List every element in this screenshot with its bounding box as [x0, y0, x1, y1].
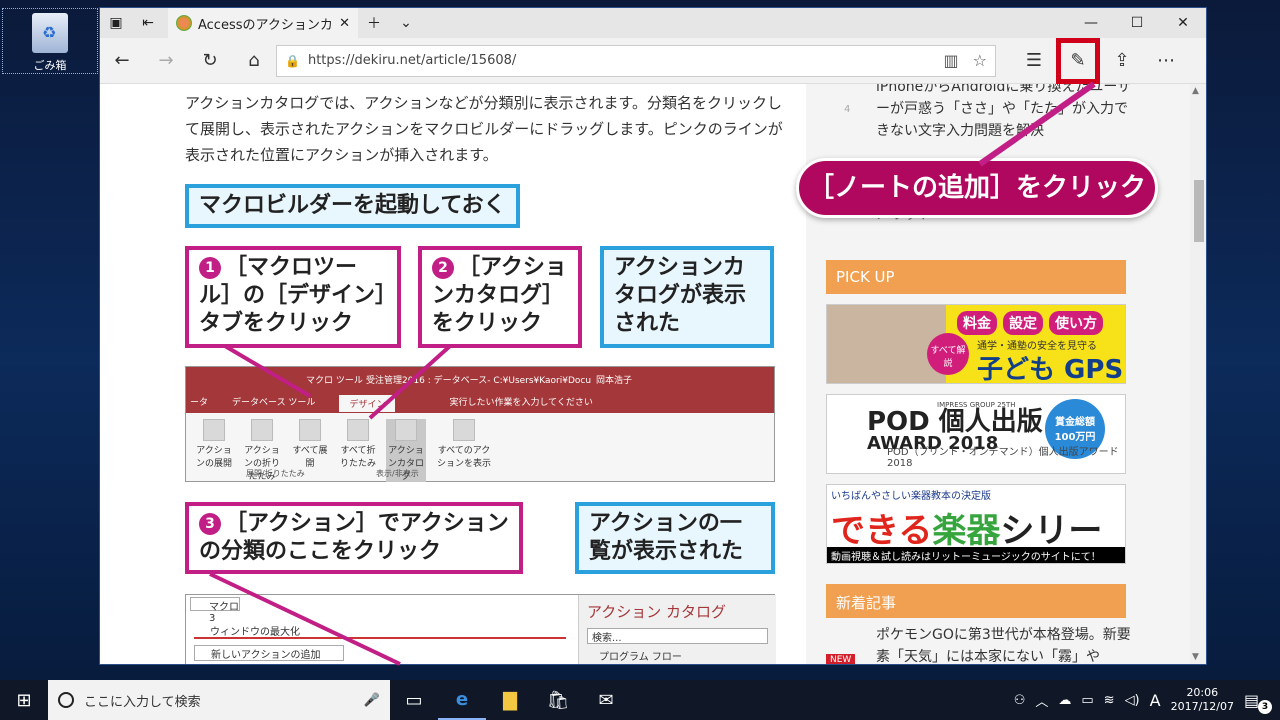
edge-icon[interactable]: e — [438, 680, 486, 720]
ime-indicator[interactable]: A — [1150, 691, 1161, 710]
microphone-icon[interactable]: 🎤 — [364, 693, 380, 708]
clock-time: 20:06 — [1186, 686, 1219, 699]
callout-line-step1 — [223, 344, 312, 398]
clock[interactable]: 20:06 2017/12/07 — [1171, 686, 1234, 714]
taskbar-search[interactable]: ここに入力して検索 🎤 — [48, 680, 390, 720]
tray-chevron-icon[interactable]: ︿ — [1035, 691, 1048, 710]
clock-date: 2017/12/07 — [1170, 700, 1234, 713]
cortana-icon — [58, 692, 74, 708]
onedrive-icon[interactable]: ☁ — [1058, 693, 1071, 708]
mail-icon[interactable]: ✉ — [582, 680, 630, 720]
notification-count: 3 — [1258, 699, 1272, 714]
taskbar: ⊞ ここに入力して検索 🎤 ▭ e ▇ 🛍 ✉ ⚇ ︿ ☁ ▭ ≋ ◁) A 2… — [0, 680, 1280, 720]
battery-icon[interactable]: ▭ — [1081, 693, 1093, 708]
wifi-icon[interactable]: ≋ — [1104, 693, 1115, 708]
volume-icon[interactable]: ◁) — [1125, 693, 1140, 708]
task-view-icon[interactable]: ▭ — [390, 680, 438, 720]
file-explorer-icon[interactable]: ▇ — [486, 680, 534, 720]
callout-line-step3 — [209, 572, 401, 666]
people-icon[interactable]: ⚇ — [1014, 693, 1026, 708]
windows-start-icon[interactable]: ⊞ — [0, 680, 48, 720]
system-tray: ⚇ ︿ ☁ ▭ ≋ ◁) A 20:06 2017/12/07 ▤ 3 — [1014, 686, 1280, 714]
callout-line-step2 — [368, 344, 452, 420]
callout-lines — [209, 81, 1096, 666]
store-icon[interactable]: 🛍 — [534, 680, 582, 720]
action-center-icon[interactable]: ▤ 3 — [1244, 691, 1272, 714]
search-placeholder: ここに入力して検索 — [84, 694, 201, 710]
callout-line-addnotes — [978, 81, 1096, 167]
